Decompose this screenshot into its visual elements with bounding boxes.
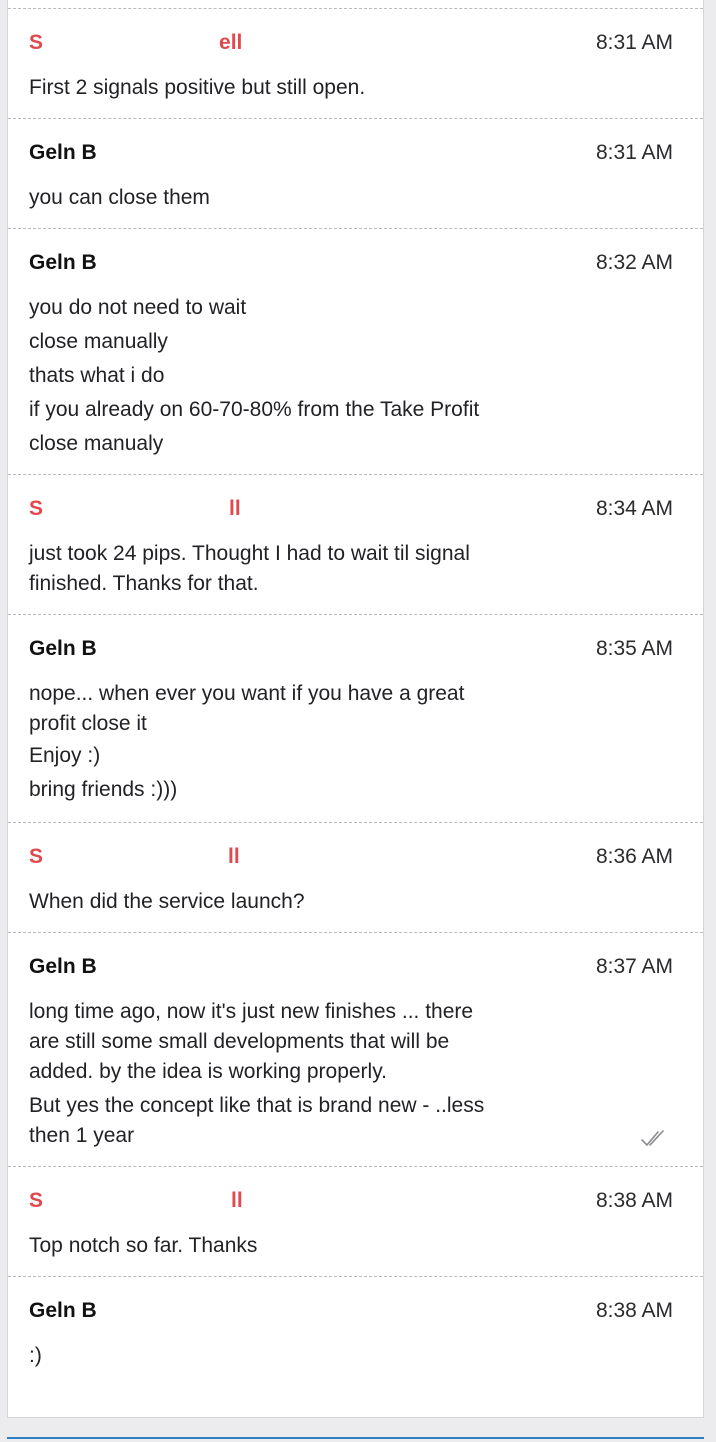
message-text: :)	[29, 1344, 42, 1367]
message-text: you do not need to wait close manually t…	[29, 296, 480, 455]
message-item: Geln B 8:32 AM you do not need to wait c…	[8, 229, 703, 475]
message-header: Geln B 8:31 AM	[29, 139, 673, 167]
sender-name[interactable]: Geln B	[29, 139, 97, 167]
message-header: Geln B 8:38 AM	[29, 1297, 673, 1325]
message-time: 8:32 AM	[595, 251, 673, 274]
message-time: 8:31 AM	[595, 31, 673, 54]
sender-name[interactable]: Sell	[29, 29, 242, 57]
message-header: Sll 8:38 AM	[29, 1187, 673, 1215]
sender-name[interactable]: Geln B	[29, 635, 97, 663]
message-text: nope... when ever you want if you have a…	[29, 682, 465, 801]
sender-name[interactable]: Geln B	[29, 249, 97, 277]
message-text: First 2 signals positive but still open.	[29, 76, 366, 99]
message-time: 8:35 AM	[595, 637, 673, 660]
message-header: Sll 8:36 AM	[29, 843, 673, 871]
message-item: Geln B 8:37 AM long time ago, now it's j…	[8, 933, 703, 1167]
message-item: Sll 8:34 AM just took 24 pips. Thought I…	[8, 475, 703, 615]
double-check-icon	[641, 1130, 664, 1146]
message-item: Geln B 8:35 AM nope... when ever you wan…	[8, 615, 703, 823]
message-time: 8:36 AM	[595, 845, 673, 868]
sender-name[interactable]: Sll	[29, 843, 240, 871]
sender-name[interactable]: Geln B	[29, 953, 97, 981]
message-text: just took 24 pips. Thought I had to wait…	[29, 542, 470, 595]
chat-panel: Sell 8:31 AM First 2 signals positive bu…	[7, 0, 704, 1418]
message-time: 8:38 AM	[595, 1299, 673, 1322]
message-text: you can close them	[29, 186, 210, 209]
message-header: Geln B 8:35 AM	[29, 635, 673, 663]
message-item: Sll 8:38 AM Top notch so far. Thanks	[8, 1167, 703, 1277]
message-time: 8:38 AM	[595, 1189, 673, 1212]
message-item: Geln B 8:31 AM you can close them	[8, 119, 703, 229]
message-item: Sell 8:31 AM First 2 signals positive bu…	[8, 9, 703, 119]
input-focus-line	[7, 1437, 704, 1439]
message-time: 8:31 AM	[595, 141, 673, 164]
message-time: 8:37 AM	[595, 955, 673, 978]
message-item: Geln B 8:38 AM :)	[8, 1277, 703, 1417]
message-header: Geln B 8:32 AM	[29, 249, 673, 277]
message-header: Geln B 8:37 AM	[29, 953, 673, 981]
sender-name[interactable]: Geln B	[29, 1297, 97, 1325]
message-text: long time ago, now it's just new finishe…	[29, 1000, 485, 1147]
message-header: Sell 8:31 AM	[29, 29, 673, 57]
sender-name[interactable]: Sll	[29, 495, 241, 523]
message-time: 8:34 AM	[595, 497, 673, 520]
sender-name[interactable]: Sll	[29, 1187, 243, 1215]
message-text: When did the service launch?	[29, 890, 305, 913]
message-header: Sll 8:34 AM	[29, 495, 673, 523]
message-text: Top notch so far. Thanks	[29, 1234, 258, 1257]
message-item: Sll 8:36 AM When did the service launch?	[8, 823, 703, 933]
